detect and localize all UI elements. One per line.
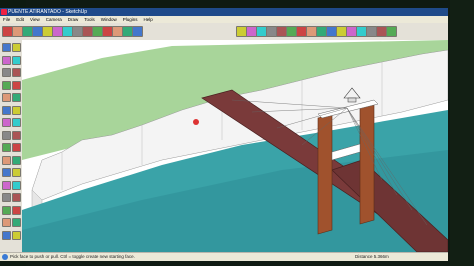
sketchup-logo-icon (1, 9, 7, 15)
freehand-icon[interactable] (12, 93, 21, 102)
text-icon[interactable] (12, 155, 21, 165)
pan-icon[interactable] (12, 180, 21, 190)
dimension-icon[interactable] (12, 143, 21, 152)
move-icon[interactable] (2, 105, 11, 115)
menu-item-tools[interactable]: Tools (81, 16, 98, 23)
menu-item-draw[interactable]: Draw (65, 16, 82, 23)
zoom-extents-icon[interactable] (2, 205, 11, 215)
top-toolbar (0, 23, 448, 41)
axes-icon[interactable] (2, 168, 11, 177)
3d-text-icon[interactable] (12, 168, 21, 177)
menu-item-edit[interactable]: Edit (13, 16, 27, 23)
tower-leg-right[interactable] (359, 103, 375, 225)
sketchup-window: PUENTE ATIRANTADO - SketchUp File Edit Vie… (0, 8, 448, 261)
text-icon[interactable] (132, 26, 143, 37)
menu-item-window[interactable]: Window (98, 16, 120, 23)
push-pull-icon[interactable] (12, 105, 21, 115)
menu-item-plugins[interactable]: Plugins (120, 16, 141, 23)
menu-item-camera[interactable]: Camera (43, 16, 65, 23)
menu-item-help[interactable]: Help (141, 16, 156, 23)
zoom-icon[interactable] (2, 193, 11, 202)
desktop-frame-right (450, 0, 474, 266)
polygon-icon[interactable] (2, 93, 11, 102)
rectangle-icon[interactable] (2, 68, 11, 77)
title-bar: PUENTE ATIRANTADO - SketchUp (0, 8, 448, 16)
section-plane-icon[interactable] (12, 230, 21, 240)
scale-icon[interactable] (2, 130, 11, 140)
menu-item-file[interactable]: File (0, 16, 13, 23)
info-icon (2, 254, 8, 260)
paint-bucket-icon[interactable] (2, 55, 11, 65)
status-message: Pick face to push or pull. Ctrl = toggle… (10, 254, 135, 259)
previous-view-icon[interactable] (12, 205, 21, 215)
menu-item-view[interactable]: View (27, 16, 43, 23)
status-bar: Pick face to push or pull. Ctrl = toggle… (0, 252, 448, 261)
component-icon[interactable] (12, 43, 21, 52)
zoom-window-icon[interactable] (12, 193, 21, 202)
circle-icon[interactable] (2, 80, 11, 90)
origin-marker-icon (193, 119, 199, 125)
menu-bar: File Edit View Camera Draw Tools Window Plugins… (0, 16, 448, 23)
line-icon[interactable] (12, 68, 21, 77)
arc-icon[interactable] (12, 80, 21, 90)
window-title: PUENTE ATIRANTADO - SketchUp (8, 9, 87, 15)
look-around-icon[interactable] (2, 230, 11, 240)
3d-viewport[interactable] (22, 40, 448, 252)
follow-me-icon[interactable] (12, 118, 21, 127)
eraser-icon[interactable] (12, 55, 21, 65)
left-toolbar (0, 40, 23, 252)
tower-leg-left[interactable] (317, 113, 333, 235)
position-camera-icon[interactable] (2, 218, 11, 227)
measurements-box[interactable]: Distance 5.366m (355, 253, 389, 261)
offset-icon[interactable] (12, 130, 21, 140)
rotate-icon[interactable] (2, 118, 11, 127)
monochrome-icon[interactable] (386, 26, 397, 37)
walk-icon[interactable] (12, 218, 21, 227)
protractor-icon[interactable] (2, 155, 11, 165)
select-icon[interactable] (2, 43, 11, 52)
tape-measure-icon[interactable] (2, 143, 11, 152)
orbit-icon[interactable] (2, 180, 11, 190)
scene-drawing[interactable] (22, 40, 448, 252)
